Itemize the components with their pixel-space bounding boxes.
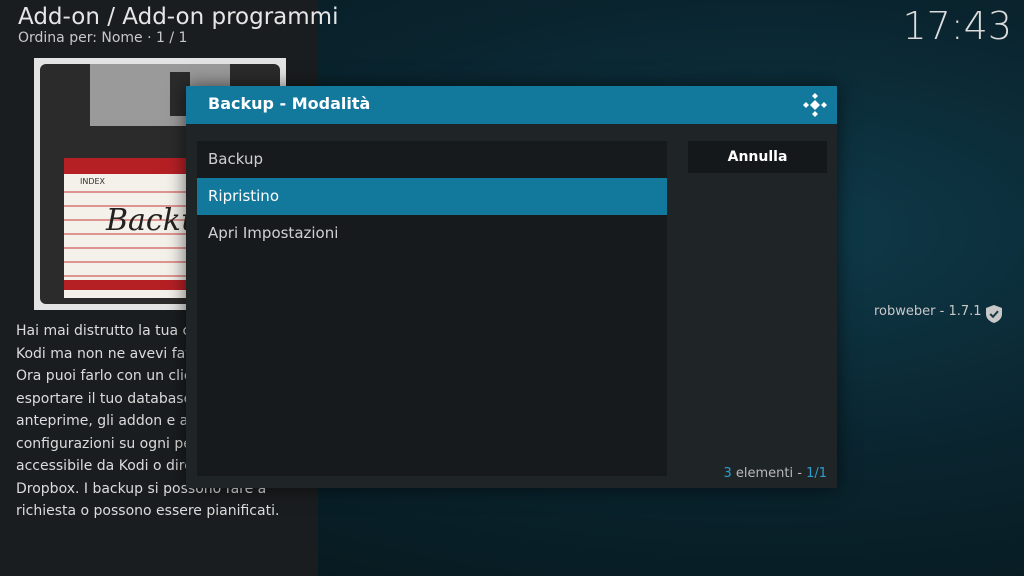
list-item-open-settings[interactable]: Apri Impostazioni: [197, 215, 667, 252]
cancel-button[interactable]: Annulla: [688, 141, 827, 173]
page-title: Add-on / Add-on programmi: [18, 4, 339, 30]
dialog-header: Backup - Modalità: [186, 86, 837, 124]
shield-check-icon: [986, 305, 1002, 323]
thumbnail-index-text: INDEX: [80, 177, 106, 186]
list-item-restore[interactable]: Ripristino: [197, 178, 667, 215]
item-count-number: 3: [723, 466, 732, 481]
clock: 17:43: [902, 4, 1012, 48]
item-count: 3 elementi - 1/1: [723, 466, 827, 481]
addon-author-version: robweber - 1.7.1: [874, 304, 982, 319]
list-item-backup[interactable]: Backup: [197, 141, 667, 178]
mode-list: Backup Ripristino Apri Impostazioni: [197, 141, 667, 476]
item-count-label: elementi -: [731, 466, 807, 481]
dialog-title: Backup - Modalità: [208, 94, 371, 113]
backup-mode-dialog: Backup - Modalità Backup Ripristino Apri…: [186, 86, 837, 488]
item-count-page: 1/1: [806, 466, 827, 481]
kodi-logo-icon: [803, 93, 827, 117]
sort-info: Ordina per: Nome · 1 / 1: [18, 30, 188, 46]
